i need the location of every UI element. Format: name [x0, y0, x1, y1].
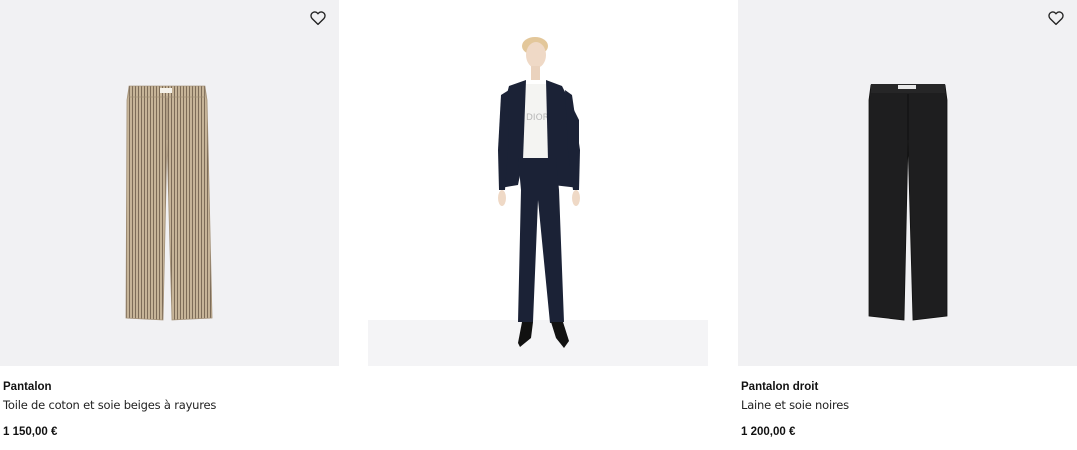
black-trousers-image: [868, 84, 948, 321]
shirt-print-text: DIOR: [526, 113, 549, 123]
product-image-striped-trousers[interactable]: [0, 0, 339, 366]
striped-trousers-image: [125, 85, 213, 321]
heart-outline-icon: [310, 11, 326, 26]
product-description: Laine et soie noires: [741, 398, 849, 412]
editorial-look-image[interactable]: DIOR: [368, 0, 708, 366]
product-name[interactable]: Pantalon droit: [741, 380, 1077, 394]
model-in-navy-suit-image: DIOR: [498, 37, 580, 348]
product-card-pantalon[interactable]: Pantalon Toile de coton et soie beiges à…: [0, 0, 339, 439]
product-image-black-trousers[interactable]: [738, 0, 1077, 366]
editorial-look-card[interactable]: DIOR: [368, 0, 708, 366]
wishlist-button[interactable]: [309, 9, 327, 27]
product-price: 1 150,00 €: [3, 426, 58, 438]
product-name[interactable]: Pantalon: [3, 380, 339, 394]
product-description: Toile de coton et soie beiges à rayures: [3, 398, 217, 412]
heart-outline-icon: [1048, 11, 1064, 26]
product-price: 1 200,00 €: [741, 426, 796, 438]
product-card-pantalon-droit[interactable]: Pantalon droit Laine et soie noires 1 20…: [738, 0, 1077, 439]
wishlist-button[interactable]: [1047, 9, 1065, 27]
